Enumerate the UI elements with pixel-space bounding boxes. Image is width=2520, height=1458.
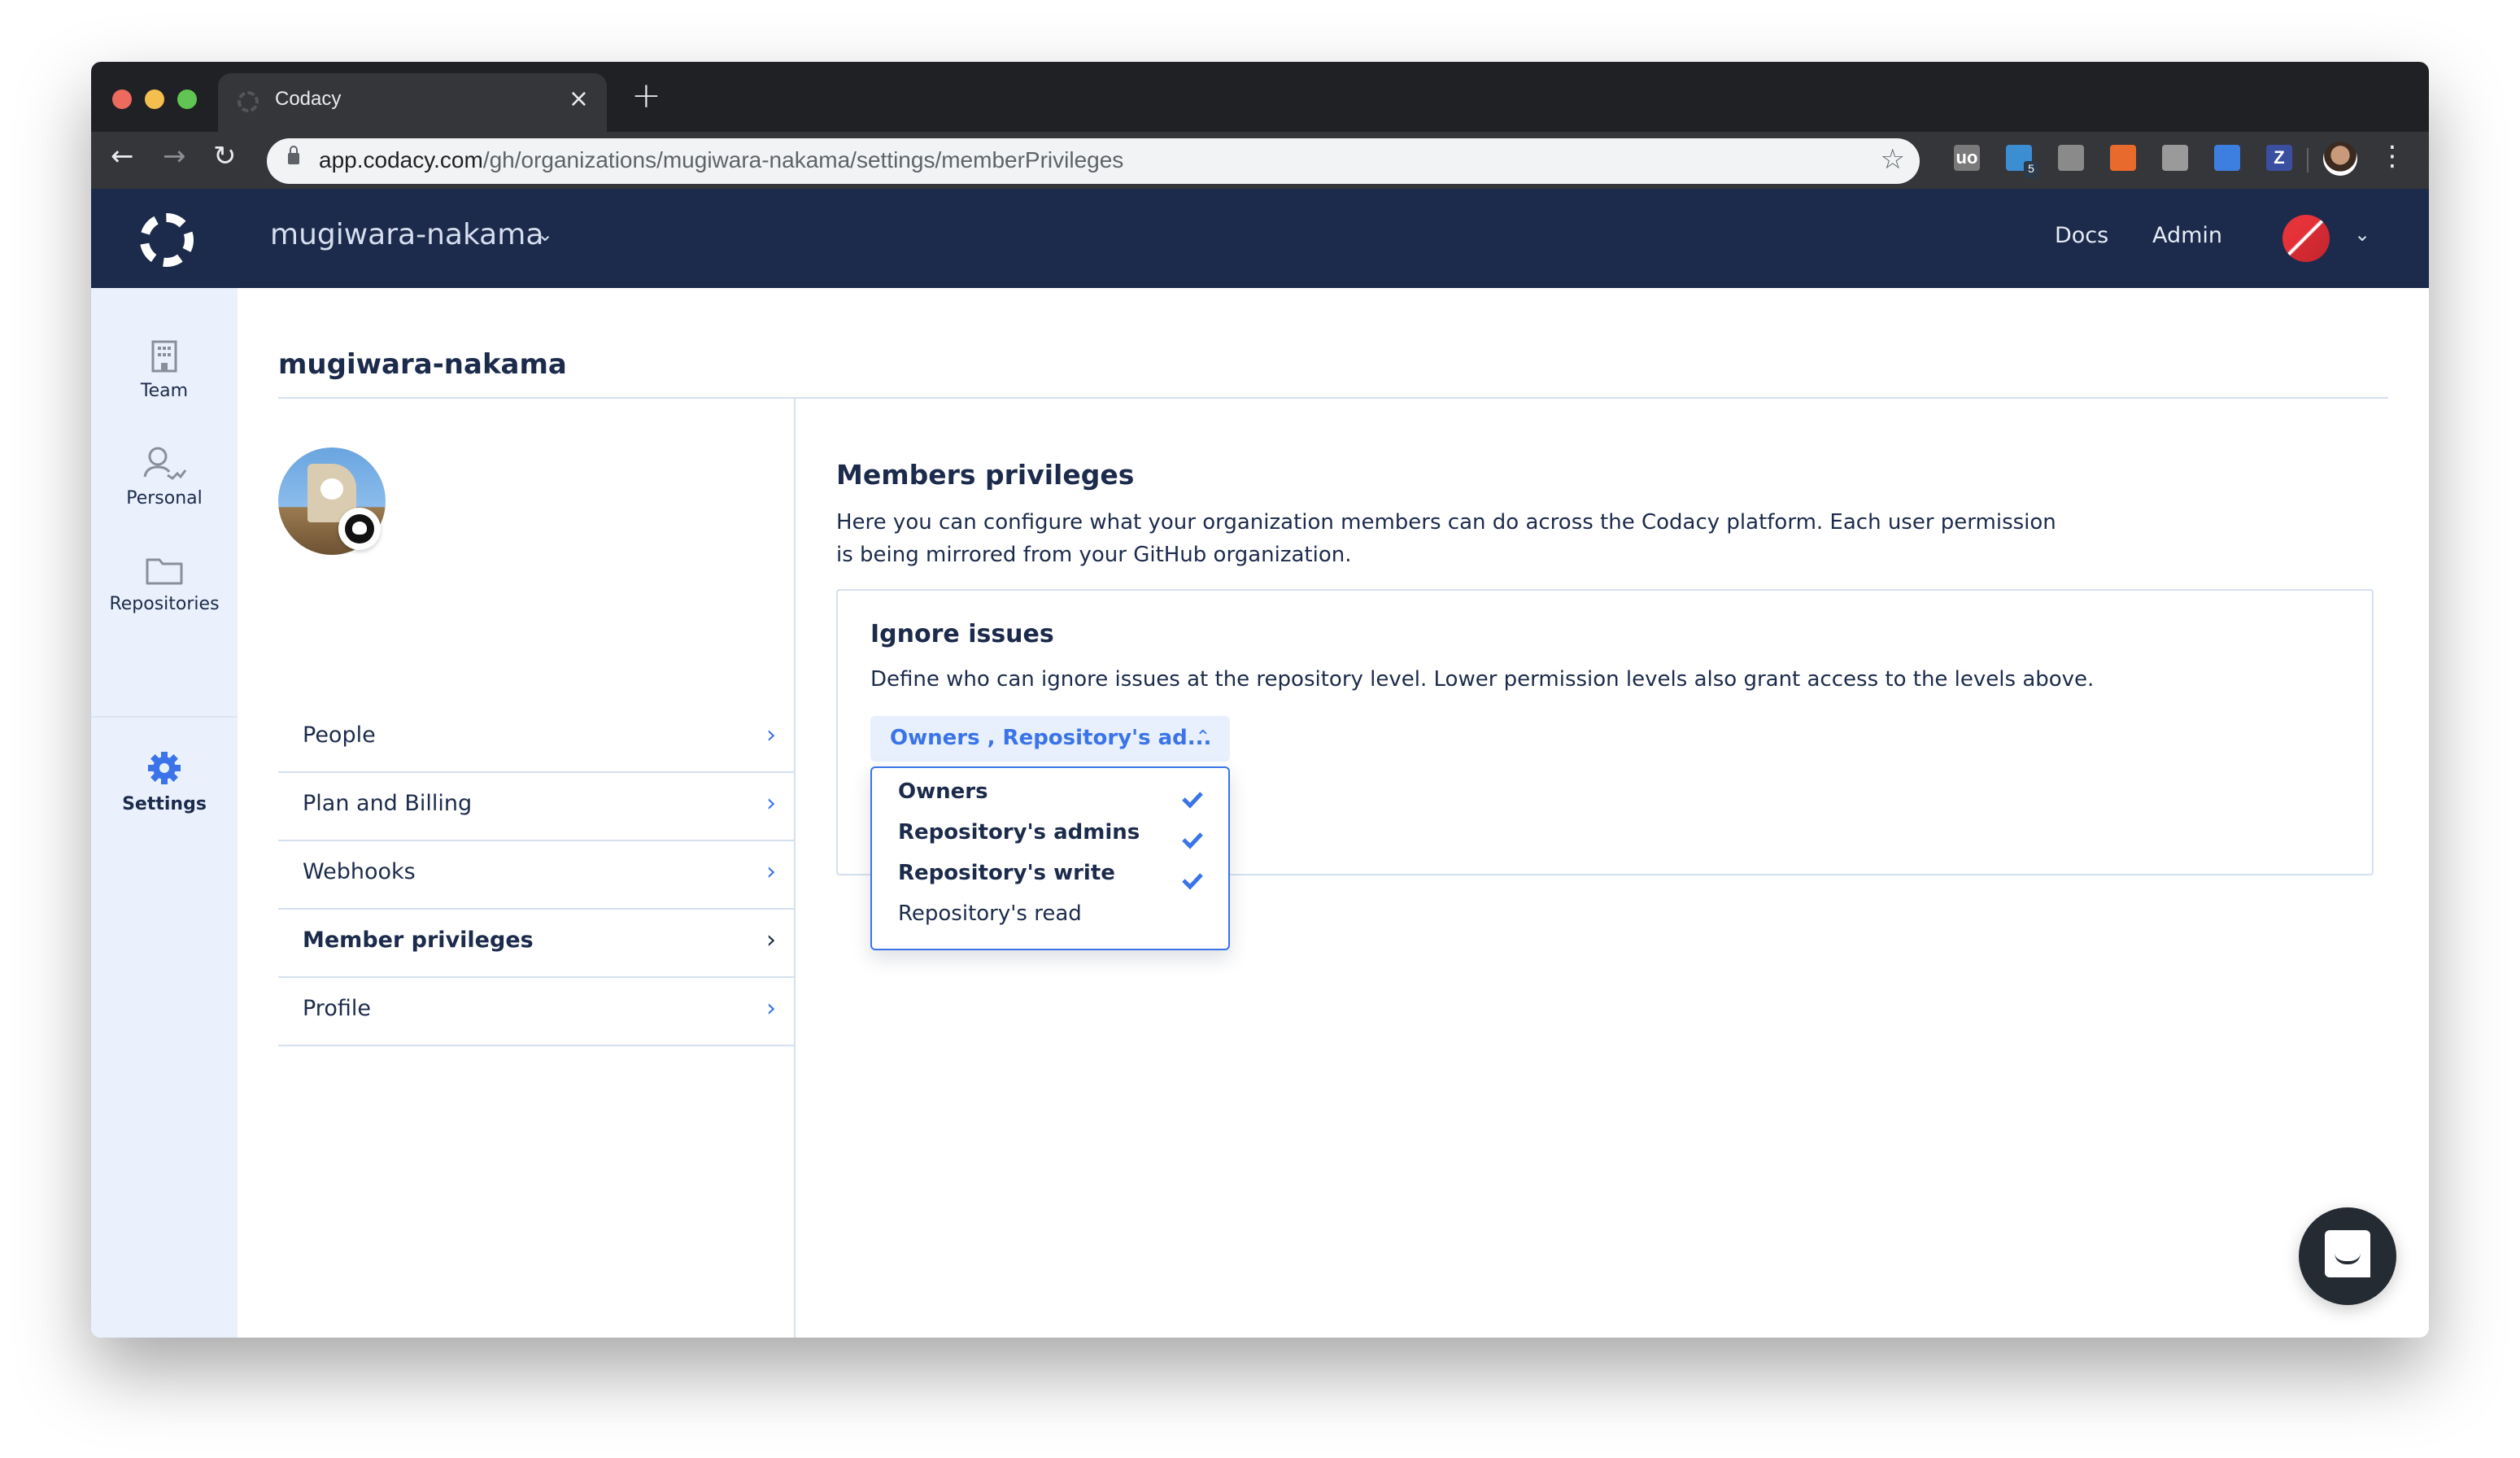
ignore-issues-dropdown: Owners Repository's admins Repository's …	[870, 766, 1230, 950]
extension-badge: 5	[2024, 161, 2038, 177]
chevron-down-icon[interactable]: ⌄	[537, 223, 553, 246]
tag-manager-extension-icon[interactable]	[2162, 145, 2188, 171]
zotero-extension-icon[interactable]: Z	[2266, 145, 2292, 171]
bitwarden-extension-icon[interactable]: 5	[2006, 145, 2038, 177]
reload-button[interactable]: ↻	[213, 140, 237, 172]
minimize-window-button[interactable]	[145, 89, 164, 109]
rail-item-label: Settings	[122, 794, 207, 814]
docs-link[interactable]: Docs	[2055, 223, 2108, 248]
option-owners[interactable]: Owners	[898, 779, 988, 804]
browser-tab[interactable]: Codacy ×	[218, 73, 607, 132]
new-tab-button[interactable]: +	[631, 75, 661, 116]
settings-nav-plan-and-billing[interactable]: Plan and Billing ›	[278, 773, 794, 841]
tab-strip: Codacy × +	[91, 62, 2429, 132]
chevron-down-icon[interactable]: ⌄	[2354, 223, 2370, 246]
rail-item-team[interactable]: Team	[91, 340, 238, 401]
ublock-origin-extension-icon[interactable]: uo	[1954, 145, 1980, 171]
lock-icon	[288, 146, 299, 164]
toolbar-separator	[2307, 148, 2309, 172]
codacy-favicon-icon	[238, 91, 259, 112]
rail-item-label: Team	[140, 381, 189, 401]
url-text: app.codacy.com/gh/organizations/mugiwara…	[319, 147, 1124, 172]
gear-icon	[148, 752, 181, 784]
bookmark-star-icon[interactable]: ☆	[1881, 143, 1905, 176]
check-icon	[1182, 873, 1203, 890]
page-title: mugiwara-nakama	[278, 348, 567, 381]
settings-nav-member-privileges[interactable]: Member privileges ›	[278, 910, 794, 978]
card-title: Ignore issues	[870, 620, 1054, 648]
codacy-logo-icon[interactable]	[140, 213, 194, 267]
settings-nav-people[interactable]: People ›	[278, 705, 794, 773]
app-header: mugiwara-nakama ⌄ Docs Admin ⌄	[91, 189, 2429, 288]
settings-nav-webhooks[interactable]: Webhooks ›	[278, 841, 794, 910]
rail-item-label: Repositories	[109, 594, 220, 614]
browser-window: Codacy × + ← → ↻ app.codacy.com/gh/organ…	[91, 62, 2429, 1338]
chevron-right-icon: ›	[766, 789, 776, 818]
back-button[interactable]: ←	[111, 140, 134, 172]
settings-nav-profile[interactable]: Profile ›	[278, 978, 794, 1046]
browser-toolbar: ← → ↻ app.codacy.com/gh/organizations/mu…	[91, 132, 2429, 189]
chevron-right-icon: ›	[766, 994, 776, 1023]
screenshot-extension-icon[interactable]	[2058, 145, 2084, 171]
option-repository-write[interactable]: Repository's write	[898, 861, 1115, 885]
rail-divider	[91, 716, 238, 718]
rail-item-repositories[interactable]: Repositories	[91, 557, 238, 614]
check-icon	[1182, 792, 1203, 809]
org-switcher-label[interactable]: mugiwara-nakama	[270, 218, 543, 251]
browser-profile-avatar[interactable]	[2323, 142, 2357, 176]
nav-label: People	[303, 722, 376, 748]
user-avatar[interactable]	[2282, 215, 2330, 262]
address-bar[interactable]: app.codacy.com/gh/organizations/mugiwara…	[267, 138, 1920, 184]
rail-item-settings[interactable]: Settings	[91, 750, 238, 814]
tag-assistant-extension-icon[interactable]	[2214, 145, 2240, 171]
nav-label: Profile	[303, 996, 371, 1021]
nav-label: Member privileges	[303, 928, 534, 953]
chevron-right-icon: ›	[766, 926, 776, 954]
analytics-extension-icon[interactable]	[2110, 145, 2136, 171]
check-icon	[1182, 832, 1203, 849]
admin-link[interactable]: Admin	[2152, 223, 2222, 248]
close-window-button[interactable]	[112, 89, 132, 109]
user-check-icon	[143, 447, 187, 480]
folder-icon	[146, 558, 183, 585]
github-icon	[338, 508, 381, 550]
rail-item-personal[interactable]: Personal	[91, 446, 238, 509]
intercom-chat-button[interactable]	[2299, 1207, 2396, 1305]
rail-item-label: Personal	[126, 488, 203, 509]
section-description: Here you can configure what your organiz…	[836, 510, 2056, 567]
forward-button[interactable]: →	[163, 140, 186, 172]
column-divider	[794, 399, 796, 1338]
card-description: Define who can ignore issues at the repo…	[870, 667, 2095, 692]
nav-label: Plan and Billing	[303, 791, 473, 816]
option-repository-admins[interactable]: Repository's admins	[898, 820, 1140, 845]
title-divider	[278, 397, 2388, 399]
ignore-issues-select[interactable]: Owners , Repository's ad... ⌃	[870, 716, 1230, 762]
left-rail: Team Personal Repositories Settings	[91, 288, 238, 1338]
browser-menu-icon[interactable]: ⋮	[2378, 140, 2406, 172]
close-tab-icon[interactable]: ×	[569, 85, 589, 113]
option-repository-read[interactable]: Repository's read	[898, 901, 1082, 926]
nav-label: Webhooks	[303, 859, 416, 884]
select-value: Owners , Repository's ad...	[890, 726, 1212, 750]
chevron-up-icon: ⌃	[1195, 727, 1210, 748]
maximize-window-button[interactable]	[177, 89, 197, 109]
tab-title: Codacy	[275, 88, 342, 110]
section-title: Members privileges	[836, 459, 1135, 491]
chevron-right-icon: ›	[766, 721, 776, 749]
chevron-right-icon: ›	[766, 858, 776, 886]
settings-nav: People › Plan and Billing › Webhooks › M…	[278, 705, 794, 1046]
chat-icon	[2325, 1230, 2370, 1277]
building-icon	[151, 340, 177, 373]
